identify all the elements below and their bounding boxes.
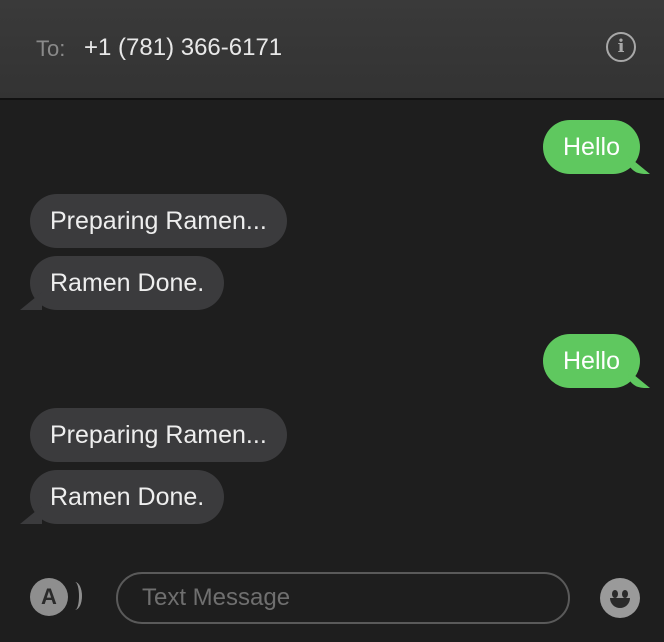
messages-window: To: +1 (781) 366-6171 i Hello Preparing … bbox=[0, 0, 664, 642]
message-bubble-received[interactable]: Ramen Done. bbox=[30, 256, 225, 310]
message-bubble-sent[interactable]: Hello bbox=[543, 120, 640, 174]
emoji-icon[interactable] bbox=[600, 578, 640, 618]
message-bubble-sent[interactable]: Hello bbox=[543, 334, 640, 388]
info-icon[interactable]: i bbox=[606, 32, 636, 62]
message-bubble-received[interactable]: Preparing Ramen... bbox=[30, 194, 287, 248]
emoji-mouth bbox=[610, 598, 630, 608]
recipient-field[interactable]: +1 (781) 366-6171 bbox=[84, 34, 282, 62]
app-store-icon[interactable]: A bbox=[30, 578, 68, 616]
to-label: To: bbox=[36, 36, 66, 61]
app-store-wave-icon bbox=[68, 582, 82, 610]
emoji-eye-left bbox=[612, 590, 618, 598]
emoji-eye-right bbox=[622, 590, 628, 598]
conversation-header: To: +1 (781) 366-6171 i bbox=[0, 0, 664, 100]
message-bubble-received[interactable]: Ramen Done. bbox=[30, 470, 225, 524]
text-message-input[interactable] bbox=[116, 572, 570, 624]
message-bubble-received[interactable]: Preparing Ramen... bbox=[30, 408, 287, 462]
